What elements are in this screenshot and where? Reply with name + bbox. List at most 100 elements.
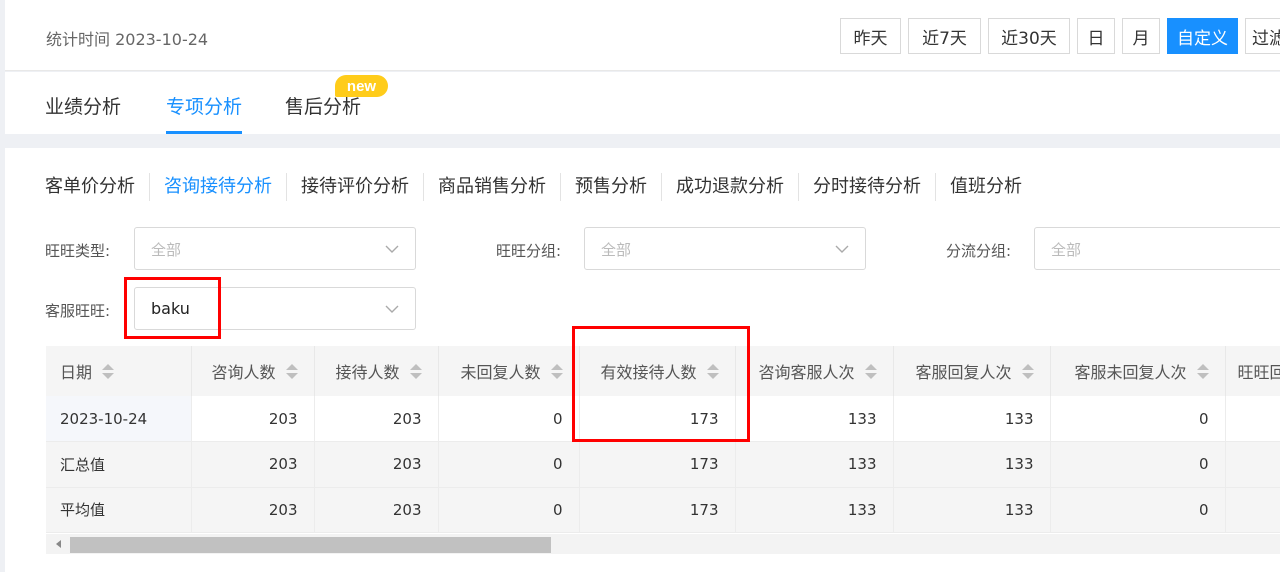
sort-icon[interactable] bbox=[1196, 363, 1209, 379]
table-cell: 0 bbox=[438, 441, 580, 488]
column-header-service-reply-times[interactable]: 客服回复人次 bbox=[893, 346, 1051, 396]
subtab-consult-reception[interactable]: 咨询接待分析 bbox=[150, 173, 287, 201]
table-cell: 0 bbox=[1050, 441, 1226, 488]
wangwang-type-select[interactable]: 全部 bbox=[134, 227, 416, 270]
table-cell: 0 bbox=[438, 396, 580, 442]
scroll-left-icon[interactable] bbox=[56, 540, 61, 548]
table-cell: 0 bbox=[438, 487, 580, 533]
column-header-consult-count[interactable]: 咨询人数 bbox=[191, 346, 315, 396]
table-cell: 平均值 bbox=[46, 487, 192, 533]
table-cell: 汇总值 bbox=[46, 441, 192, 488]
split-group-placeholder: 全部 bbox=[1051, 241, 1082, 259]
column-header-label: 日期 bbox=[60, 363, 93, 382]
wangwang-type-placeholder: 全部 bbox=[151, 241, 182, 259]
table-cell: 133 bbox=[735, 396, 894, 442]
new-badge: new bbox=[335, 75, 388, 97]
table-row-average: 平均值 203 203 0 173 133 133 0 bbox=[46, 487, 1280, 533]
table-cell: 203 bbox=[314, 441, 439, 488]
subtab-unit-price[interactable]: 客单价分析 bbox=[45, 173, 150, 201]
table-cell: 2023-10-24 bbox=[46, 396, 192, 442]
subtab-hourly[interactable]: 分时接待分析 bbox=[799, 173, 936, 201]
date-range-buttons: 昨天 近7天 近30天 日 月 自定义 过滤 bbox=[840, 18, 1280, 54]
chevron-down-icon bbox=[385, 305, 399, 313]
table-cell: 173 bbox=[579, 487, 736, 533]
sort-icon[interactable] bbox=[102, 363, 115, 379]
service-wangwang-value: baku bbox=[151, 299, 190, 318]
column-header-date[interactable]: 日期 bbox=[46, 346, 192, 396]
column-header-label: 客服回复人次 bbox=[915, 363, 1012, 382]
table-cell: 173 bbox=[579, 396, 736, 442]
table-cell bbox=[1225, 487, 1280, 533]
table-header-row: 日期 咨询人数 接待人数 未回复人数 有效接待人数 咨询客服人次 客服回复人次 … bbox=[46, 346, 1280, 396]
table-cell: 0 bbox=[1050, 396, 1226, 442]
column-header-unreplied-count[interactable]: 未回复人数 bbox=[438, 346, 580, 396]
column-header-effective-reception[interactable]: 有效接待人数 bbox=[579, 346, 736, 396]
wangwang-group-label: 旺旺分组: bbox=[496, 242, 562, 260]
active-tab-indicator bbox=[166, 131, 242, 134]
analysis-panel: 客单价分析 咨询接待分析 接待评价分析 商品销售分析 预售分析 成功退款分析 分… bbox=[5, 148, 1280, 572]
column-header-reception-count[interactable]: 接待人数 bbox=[314, 346, 439, 396]
sort-icon[interactable] bbox=[864, 363, 877, 379]
service-wangwang-select[interactable]: baku bbox=[134, 287, 416, 330]
sort-icon[interactable] bbox=[706, 363, 719, 379]
table-cell: 133 bbox=[735, 487, 894, 533]
column-header-label: 咨询人数 bbox=[211, 363, 276, 382]
tab-special[interactable]: 专项分析 bbox=[166, 92, 242, 119]
table-row-total: 汇总值 203 203 0 173 133 133 0 bbox=[46, 441, 1280, 488]
table-cell: 203 bbox=[191, 396, 315, 442]
table-cell: 133 bbox=[893, 441, 1051, 488]
data-table-wrapper: 日期 咨询人数 接待人数 未回复人数 有效接待人数 咨询客服人次 客服回复人次 … bbox=[46, 346, 1280, 534]
column-header-label: 未回复人数 bbox=[460, 363, 541, 382]
range-7days-button[interactable]: 近7天 bbox=[908, 18, 981, 54]
filter-button[interactable]: 过滤 bbox=[1245, 18, 1280, 54]
range-month-button[interactable]: 月 bbox=[1122, 18, 1160, 54]
table-cell: 133 bbox=[893, 487, 1051, 533]
table-cell: 203 bbox=[314, 487, 439, 533]
split-group-label: 分流分组: bbox=[946, 242, 1012, 260]
table-cell: 203 bbox=[314, 396, 439, 442]
table-cell: 0 bbox=[1050, 487, 1226, 533]
column-header-label: 咨询客服人次 bbox=[758, 363, 855, 382]
subtab-product-sales[interactable]: 商品销售分析 bbox=[424, 173, 561, 201]
scrollbar-thumb[interactable] bbox=[70, 537, 551, 553]
chevron-down-icon bbox=[385, 245, 399, 253]
wangwang-group-placeholder: 全部 bbox=[601, 241, 632, 259]
wangwang-group-select[interactable]: 全部 bbox=[584, 227, 866, 270]
split-group-select[interactable]: 全部 bbox=[1034, 227, 1280, 270]
column-header-label: 旺旺回 bbox=[1237, 363, 1280, 382]
sort-icon[interactable] bbox=[550, 363, 563, 379]
sub-tabs: 客单价分析 咨询接待分析 接待评价分析 商品销售分析 预售分析 成功退款分析 分… bbox=[45, 172, 1036, 202]
tab-performance[interactable]: 业绩分析 bbox=[45, 92, 121, 119]
data-table: 日期 咨询人数 接待人数 未回复人数 有效接待人数 咨询客服人次 客服回复人次 … bbox=[46, 346, 1280, 533]
table-cell: 173 bbox=[579, 441, 736, 488]
table-cell: 203 bbox=[191, 487, 315, 533]
range-day-button[interactable]: 日 bbox=[1077, 18, 1115, 54]
table-row: 2023-10-24 203 203 0 173 133 133 0 bbox=[46, 396, 1280, 442]
main-tabs: 业绩分析 专项分析 售后分析 new bbox=[5, 72, 1280, 134]
column-header-wangwang[interactable]: 旺旺回 bbox=[1225, 346, 1280, 396]
column-header-consult-service-times[interactable]: 咨询客服人次 bbox=[735, 346, 894, 396]
top-bar: 统计时间 2023-10-24 昨天 近7天 近30天 日 月 自定义 过滤 bbox=[5, 0, 1280, 71]
column-header-label: 有效接待人数 bbox=[600, 363, 697, 382]
service-wangwang-label: 客服旺旺: bbox=[45, 302, 111, 320]
range-30days-button[interactable]: 近30天 bbox=[988, 18, 1070, 54]
subtab-presale[interactable]: 预售分析 bbox=[561, 173, 662, 201]
sort-icon[interactable] bbox=[1021, 363, 1034, 379]
subtab-reception-rating[interactable]: 接待评价分析 bbox=[287, 173, 424, 201]
table-cell: 133 bbox=[893, 396, 1051, 442]
table-cell: 133 bbox=[735, 441, 894, 488]
table-cell bbox=[1225, 441, 1280, 488]
subtab-duty[interactable]: 值班分析 bbox=[936, 173, 1036, 201]
column-header-label: 接待人数 bbox=[335, 363, 400, 382]
horizontal-scrollbar[interactable] bbox=[46, 534, 1280, 554]
wangwang-type-label: 旺旺类型: bbox=[45, 242, 111, 260]
column-header-service-unreplied-times[interactable]: 客服未回复人次 bbox=[1050, 346, 1226, 396]
sort-icon[interactable] bbox=[285, 363, 298, 379]
chevron-down-icon bbox=[835, 245, 849, 253]
subtab-refund[interactable]: 成功退款分析 bbox=[662, 173, 799, 201]
sort-icon[interactable] bbox=[409, 363, 422, 379]
column-header-label: 客服未回复人次 bbox=[1074, 363, 1187, 382]
range-custom-button[interactable]: 自定义 bbox=[1167, 18, 1238, 54]
table-cell: 203 bbox=[191, 441, 315, 488]
range-yesterday-button[interactable]: 昨天 bbox=[840, 18, 901, 54]
